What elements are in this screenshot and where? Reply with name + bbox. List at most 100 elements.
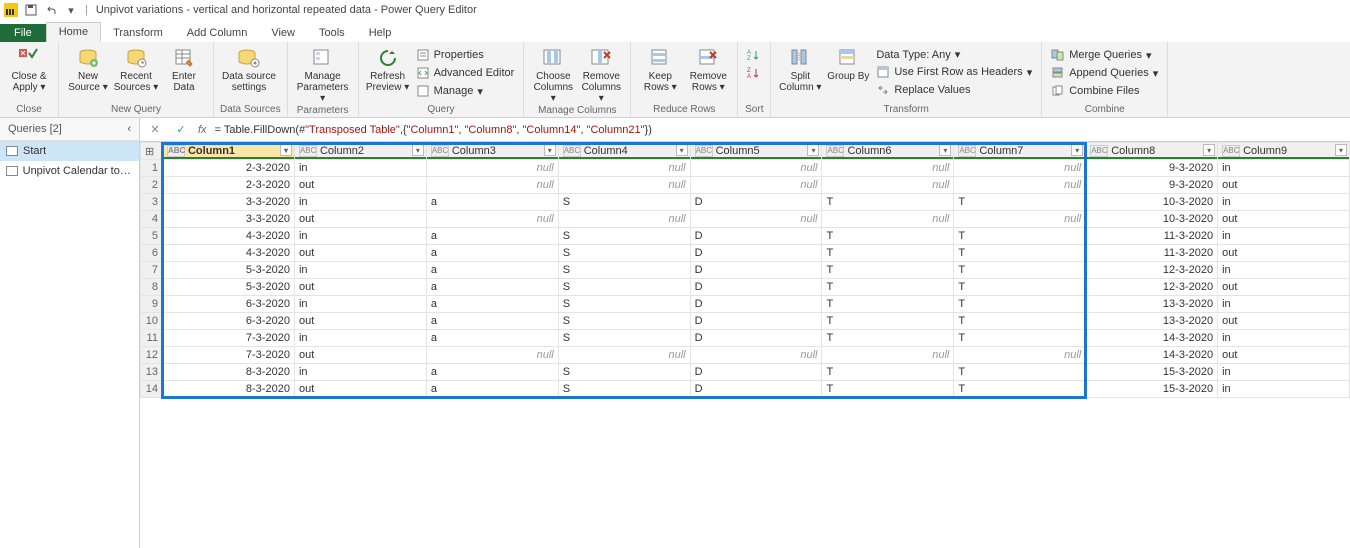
table-row[interactable]: 138-3-2020inaSDTT15-3-2020in	[141, 364, 1350, 381]
cell[interactable]: null	[426, 211, 558, 228]
tab-help[interactable]: Help	[357, 24, 404, 42]
cell[interactable]: 8-3-2020	[162, 364, 294, 381]
column-filter-icon[interactable]: ▾	[280, 144, 292, 156]
collapse-queries-icon[interactable]: ‹	[127, 123, 131, 135]
properties-button[interactable]: Properties	[413, 47, 518, 63]
cell[interactable]: D	[690, 228, 822, 245]
column-filter-icon[interactable]: ▾	[1071, 144, 1083, 156]
cell[interactable]: D	[690, 296, 822, 313]
table-row[interactable]: 12-3-2020innullnullnullnullnull9-3-2020i…	[141, 160, 1350, 177]
manage-parameters-button[interactable]: Manage Parameters ▾	[294, 45, 352, 104]
tab-view[interactable]: View	[259, 24, 307, 42]
column-filter-icon[interactable]: ▾	[1335, 144, 1347, 156]
cell[interactable]: 12-3-2020	[1086, 279, 1218, 296]
table-row[interactable]: 85-3-2020outaSDTT12-3-2020out	[141, 279, 1350, 296]
cell[interactable]: null	[822, 211, 954, 228]
cell[interactable]: out	[294, 381, 426, 398]
column-filter-icon[interactable]: ▾	[544, 144, 556, 156]
column-header-column7[interactable]: ABC123Column7▾	[954, 143, 1086, 160]
cell[interactable]: in	[1218, 364, 1350, 381]
table-row[interactable]: 54-3-2020inaSDTT11-3-2020in	[141, 228, 1350, 245]
row-index[interactable]: 1	[141, 160, 163, 177]
table-row[interactable]: 33-3-2020inaSDTT10-3-2020in	[141, 194, 1350, 211]
merge-queries-button[interactable]: Merge Queries ▾	[1048, 47, 1161, 63]
row-index[interactable]: 12	[141, 347, 163, 364]
row-index[interactable]: 4	[141, 211, 163, 228]
data-type-button[interactable]: Data Type: Any ▾	[873, 47, 1035, 62]
cell[interactable]: T	[954, 364, 1086, 381]
row-index[interactable]: 10	[141, 313, 163, 330]
cell[interactable]: S	[558, 262, 690, 279]
cell[interactable]: in	[1218, 194, 1350, 211]
cell[interactable]: T	[822, 330, 954, 347]
column-header-column1[interactable]: ABC123Column1▾	[162, 143, 294, 160]
cell[interactable]: T	[954, 381, 1086, 398]
remove-rows-button[interactable]: Remove Rows ▾	[685, 45, 731, 93]
cell[interactable]: in	[294, 330, 426, 347]
cell[interactable]: a	[426, 194, 558, 211]
cell[interactable]: in	[294, 364, 426, 381]
cell[interactable]: D	[690, 313, 822, 330]
sort-desc-button[interactable]: ZA	[744, 65, 764, 81]
cell[interactable]: null	[954, 160, 1086, 177]
cell[interactable]: in	[294, 296, 426, 313]
tab-transform[interactable]: Transform	[101, 24, 175, 42]
cell[interactable]: 11-3-2020	[1086, 245, 1218, 262]
cell[interactable]: S	[558, 228, 690, 245]
cell[interactable]: T	[822, 296, 954, 313]
cell[interactable]: in	[294, 228, 426, 245]
cell[interactable]: out	[294, 279, 426, 296]
split-column-button[interactable]: Split Column ▾	[777, 45, 823, 98]
table-row[interactable]: 43-3-2020outnullnullnullnullnull10-3-202…	[141, 211, 1350, 228]
undo-icon[interactable]	[43, 2, 59, 18]
formula-accept-icon[interactable]: ✓	[172, 121, 190, 139]
cell[interactable]: a	[426, 228, 558, 245]
cell[interactable]: 5-3-2020	[162, 262, 294, 279]
cell[interactable]: out	[1218, 279, 1350, 296]
cell[interactable]: T	[954, 330, 1086, 347]
cell[interactable]: out	[1218, 313, 1350, 330]
cell[interactable]: null	[558, 177, 690, 194]
recent-sources-button[interactable]: Recent Sources ▾	[113, 45, 159, 93]
cell[interactable]: 12-3-2020	[1086, 262, 1218, 279]
save-icon[interactable]	[23, 2, 39, 18]
keep-rows-button[interactable]: Keep Rows ▾	[637, 45, 683, 93]
cell[interactable]: S	[558, 245, 690, 262]
cell[interactable]: 4-3-2020	[162, 228, 294, 245]
cell[interactable]: T	[822, 313, 954, 330]
replace-values-button[interactable]: Replace Values	[873, 82, 1035, 98]
column-filter-icon[interactable]: ▾	[412, 144, 424, 156]
row-index[interactable]: 2	[141, 177, 163, 194]
cell[interactable]: out	[1218, 211, 1350, 228]
cell[interactable]: S	[558, 381, 690, 398]
cell[interactable]: T	[822, 262, 954, 279]
row-index[interactable]: 13	[141, 364, 163, 381]
cell[interactable]: T	[822, 381, 954, 398]
cell[interactable]: out	[294, 313, 426, 330]
close-apply-button[interactable]: Close & Apply ▾	[6, 45, 52, 93]
table-row[interactable]: 117-3-2020inaSDTT14-3-2020in	[141, 330, 1350, 347]
cell[interactable]: 4-3-2020	[162, 245, 294, 262]
table-row[interactable]: 22-3-2020outnullnullnullnullnull9-3-2020…	[141, 177, 1350, 194]
column-header-column9[interactable]: ABC123Column9▾	[1218, 143, 1350, 160]
cell[interactable]: 6-3-2020	[162, 313, 294, 330]
cell[interactable]: a	[426, 364, 558, 381]
column-header-column6[interactable]: ABC123Column6▾	[822, 143, 954, 160]
table-row[interactable]: 127-3-2020outnullnullnullnullnull14-3-20…	[141, 347, 1350, 364]
cell[interactable]: out	[1218, 347, 1350, 364]
row-index[interactable]: 7	[141, 262, 163, 279]
data-grid[interactable]: ⊞ABC123Column1▾ABC123Column2▾ABC123Colum…	[140, 142, 1350, 398]
cell[interactable]: 11-3-2020	[1086, 228, 1218, 245]
manage-button[interactable]: Manage ▾	[413, 83, 518, 99]
tab-tools[interactable]: Tools	[307, 24, 357, 42]
table-corner[interactable]: ⊞	[141, 143, 163, 160]
cell[interactable]: D	[690, 330, 822, 347]
cell[interactable]: S	[558, 279, 690, 296]
table-row[interactable]: 64-3-2020outaSDTT11-3-2020out	[141, 245, 1350, 262]
cell[interactable]: out	[294, 177, 426, 194]
queries-header[interactable]: Queries [2] ‹	[0, 118, 139, 141]
table-row[interactable]: 75-3-2020inaSDTT12-3-2020in	[141, 262, 1350, 279]
cell[interactable]: 7-3-2020	[162, 347, 294, 364]
formula-cancel-icon[interactable]: ✕	[146, 121, 164, 139]
column-filter-icon[interactable]: ▾	[676, 144, 688, 156]
